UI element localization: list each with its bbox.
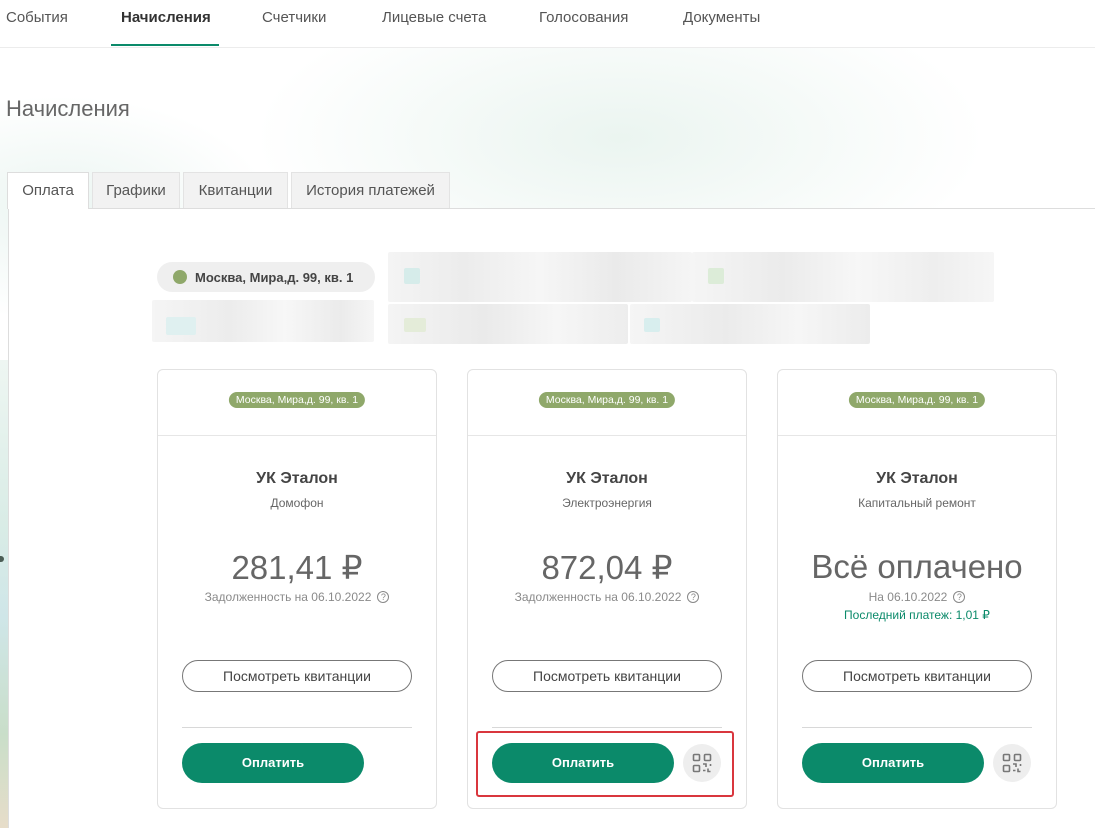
- redacted-chip[interactable]: [630, 304, 870, 344]
- redacted-mark: [644, 318, 660, 332]
- nav-item-documents[interactable]: Документы: [683, 0, 760, 48]
- card-divider: [492, 727, 722, 728]
- address-badge: Москва, Мира,д. 99, кв. 1: [538, 392, 676, 408]
- address-chip-label: Москва, Мира,д. 99, кв. 1: [195, 269, 354, 285]
- pay-button[interactable]: Оплатить: [182, 743, 364, 783]
- question-circle-icon[interactable]: ?: [687, 591, 700, 603]
- nav-active-underline: [111, 44, 219, 46]
- card-header: Москва, Мира,д. 99, кв. 1: [158, 370, 436, 436]
- card-divider: [802, 727, 1032, 728]
- background-map-strip: [0, 360, 8, 828]
- card-service: Капитальный ремонт: [858, 496, 976, 510]
- nav-item-meters[interactable]: Счетчики: [262, 0, 326, 48]
- redacted-mark: [404, 318, 426, 332]
- tab-payment[interactable]: Оплата: [7, 172, 89, 209]
- nav-item-accounts[interactable]: Лицевые счета: [382, 0, 486, 48]
- address-badge: Москва, Мира,д. 99, кв. 1: [848, 392, 986, 408]
- card-header: Москва, Мира,д. 99, кв. 1: [778, 370, 1056, 436]
- nav-item-events[interactable]: События: [6, 0, 68, 48]
- tab-receipts[interactable]: Квитанции: [183, 172, 288, 208]
- tab-charts[interactable]: Графики: [92, 172, 180, 208]
- question-circle-icon[interactable]: ?: [953, 591, 966, 603]
- pay-button[interactable]: Оплатить: [492, 743, 674, 783]
- redacted-mark: [404, 268, 420, 284]
- card-service: Домофон: [270, 496, 324, 510]
- view-receipts-button[interactable]: Посмотреть квитанции: [182, 660, 412, 692]
- card-amount: Всё оплачено: [811, 548, 1023, 585]
- redacted-chip[interactable]: [692, 252, 994, 302]
- top-navigation: События Начисления Счетчики Лицевые счет…: [0, 0, 1095, 48]
- card-debt-date-text: Задолженность на 06.10.2022: [204, 590, 372, 604]
- question-circle-icon[interactable]: ?: [377, 591, 390, 603]
- card-debt-date: Задолженность на 06.10.2022 ?: [158, 590, 436, 604]
- redacted-mark: [166, 317, 196, 335]
- card-organization: УК Эталон: [566, 470, 648, 487]
- card-organization: УК Эталон: [256, 470, 338, 487]
- charge-card: Москва, Мира,д. 99, кв. 1 УК Эталон Элек…: [467, 369, 747, 809]
- nav-item-charges[interactable]: Начисления: [121, 0, 211, 48]
- card-debt-date-text: На 06.10.2022: [868, 590, 948, 604]
- page-title: Начисления: [6, 96, 130, 121]
- card-amount: 872,04 ₽: [541, 549, 673, 586]
- qr-code-button[interactable]: [683, 744, 721, 782]
- card-divider: [182, 727, 412, 728]
- card-debt-date: На 06.10.2022 ?: [778, 590, 1056, 604]
- card-header: Москва, Мира,д. 99, кв. 1: [468, 370, 746, 436]
- qr-code-button[interactable]: [993, 744, 1031, 782]
- card-amount: 281,41 ₽: [231, 549, 363, 586]
- status-dot-icon: [173, 270, 187, 284]
- charge-card: Москва, Мира,д. 99, кв. 1 УК Эталон Капи…: [777, 369, 1057, 809]
- card-organization: УК Эталон: [876, 470, 958, 487]
- card-debt-date-text: Задолженность на 06.10.2022: [514, 590, 682, 604]
- view-receipts-button[interactable]: Посмотреть квитанции: [802, 660, 1032, 692]
- card-debt-date: Задолженность на 06.10.2022 ?: [468, 590, 746, 604]
- nav-item-voting[interactable]: Голосования: [539, 0, 628, 48]
- qr-code-icon: [1002, 753, 1022, 773]
- charge-card: Москва, Мира,д. 99, кв. 1 УК Эталон Домо…: [157, 369, 437, 809]
- address-badge: Москва, Мира,д. 99, кв. 1: [228, 392, 366, 408]
- card-service: Электроэнергия: [562, 496, 652, 510]
- pay-button[interactable]: Оплатить: [802, 743, 984, 783]
- redacted-mark: [708, 268, 724, 284]
- redacted-chip[interactable]: [388, 252, 692, 302]
- last-payment-text: Последний платеж: 1,01 ₽: [844, 608, 990, 622]
- tab-payment-history[interactable]: История платежей: [291, 172, 450, 208]
- view-receipts-button[interactable]: Посмотреть квитанции: [492, 660, 722, 692]
- address-chip[interactable]: Москва, Мира,д. 99, кв. 1: [157, 262, 375, 292]
- qr-code-icon: [692, 753, 712, 773]
